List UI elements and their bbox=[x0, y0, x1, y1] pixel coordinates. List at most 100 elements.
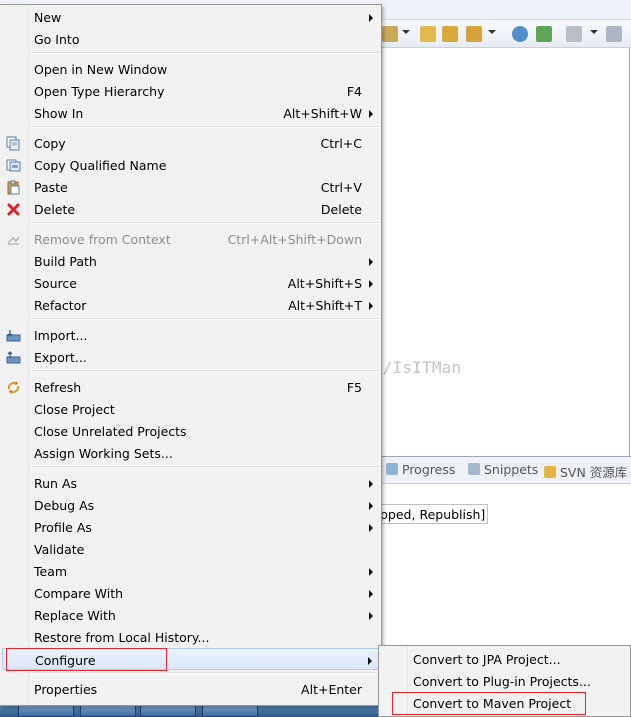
menu-item-copy-qualified-name[interactable]: Copy Qualified Name bbox=[2, 154, 380, 176]
context-menu: New Go Into Open in New Window Open Type… bbox=[0, 4, 382, 706]
menu-item-label: Open in New Window bbox=[34, 62, 168, 77]
menu-item-open-in-new-window[interactable]: Open in New Window bbox=[2, 58, 380, 80]
menu-separator bbox=[30, 52, 380, 54]
menu-item-shortcut: Ctrl+C bbox=[320, 136, 362, 151]
menu-item-configure[interactable]: Configure bbox=[2, 648, 380, 670]
menu-item-profile-as[interactable]: Profile As bbox=[2, 516, 380, 538]
menu-item-open-type-hierarchy[interactable]: Open Type Hierarchy F4 bbox=[2, 80, 380, 102]
chevron-right-icon bbox=[369, 280, 373, 288]
export-doc-icon[interactable] bbox=[606, 26, 622, 42]
snippets-icon bbox=[468, 463, 480, 475]
pencil-icon[interactable] bbox=[466, 26, 482, 42]
menu-item-assign-working-sets[interactable]: Assign Working Sets... bbox=[2, 442, 380, 464]
menu-item-label: Debug As bbox=[34, 498, 95, 513]
chevron-right-icon bbox=[369, 110, 373, 118]
menu-item-label: Configure bbox=[35, 653, 96, 668]
menu-item-refresh[interactable]: Refresh F5 bbox=[2, 376, 380, 398]
submenu-item-convert-to-jpa[interactable]: Convert to JPA Project... bbox=[381, 648, 629, 670]
chevron-right-icon bbox=[369, 612, 373, 620]
globe-icon[interactable] bbox=[512, 26, 528, 42]
menu-item-close-project[interactable]: Close Project bbox=[2, 398, 380, 420]
menu-item-label: Replace With bbox=[34, 608, 116, 623]
menu-item-paste[interactable]: Paste Ctrl+V bbox=[2, 176, 380, 198]
menu-item-delete[interactable]: Delete Delete bbox=[2, 198, 380, 220]
menu-item-source[interactable]: Source Alt+Shift+S bbox=[2, 272, 380, 294]
server-status-row[interactable]: pped, Republish] bbox=[376, 504, 488, 524]
submenu-item-label: Convert to Maven Project bbox=[413, 696, 572, 711]
menu-item-label: Build Path bbox=[34, 254, 97, 269]
run-icon[interactable] bbox=[536, 26, 552, 42]
menu-item-label: Open Type Hierarchy bbox=[34, 84, 165, 99]
menu-item-team[interactable]: Team bbox=[2, 560, 380, 582]
menu-separator bbox=[30, 466, 380, 468]
taskbar-button[interactable] bbox=[18, 705, 74, 717]
export-icon bbox=[6, 351, 21, 364]
menu-item-label: Assign Working Sets... bbox=[34, 446, 173, 461]
panel-tabs: Progress Snippets SVN 资源库 bbox=[382, 456, 631, 484]
menu-item-build-path[interactable]: Build Path bbox=[2, 250, 380, 272]
submenu-item-convert-to-maven[interactable]: Convert to Maven Project bbox=[381, 692, 629, 714]
menu-item-show-in[interactable]: Show In Alt+Shift+W bbox=[2, 102, 380, 124]
menu-item-run-as[interactable]: Run As bbox=[2, 472, 380, 494]
menu-item-shortcut: F4 bbox=[346, 84, 362, 99]
menu-item-properties[interactable]: Properties Alt+Enter bbox=[2, 678, 380, 700]
menu-item-label: Validate bbox=[34, 542, 85, 557]
tab-progress[interactable]: Progress bbox=[386, 462, 455, 477]
chevron-right-icon bbox=[369, 258, 373, 266]
menu-item-label: Show In bbox=[34, 106, 84, 121]
menu-item-compare-with[interactable]: Compare With bbox=[2, 582, 380, 604]
tab-snippets[interactable]: Snippets bbox=[468, 462, 538, 477]
tab-progress-label: Progress bbox=[402, 462, 456, 477]
chevron-down-icon[interactable] bbox=[488, 30, 496, 34]
menu-item-validate[interactable]: Validate bbox=[2, 538, 380, 560]
menu-item-label: Refactor bbox=[34, 298, 87, 313]
toolbar-wand-icon[interactable] bbox=[382, 26, 398, 42]
menu-separator bbox=[30, 126, 380, 128]
taskbar-button[interactable] bbox=[80, 705, 136, 717]
copy-icon bbox=[6, 136, 20, 151]
menu-item-copy[interactable]: Copy Ctrl+C bbox=[2, 132, 380, 154]
menu-separator bbox=[30, 370, 380, 372]
chevron-right-icon bbox=[369, 502, 373, 510]
tab-svn-repository[interactable]: SVN 资源库 bbox=[544, 462, 627, 481]
taskbar-button[interactable] bbox=[140, 705, 196, 717]
menu-item-remove-from-context: Remove from Context Ctrl+Alt+Shift+Down bbox=[2, 228, 380, 250]
menu-separator bbox=[30, 222, 380, 224]
menu-item-label: Delete bbox=[34, 202, 76, 217]
copy-qualified-name-icon bbox=[6, 159, 21, 172]
open-folder-alt-icon[interactable] bbox=[442, 26, 458, 42]
open-folder-icon[interactable] bbox=[420, 26, 436, 42]
menu-item-label: Restore from Local History... bbox=[34, 630, 210, 645]
chevron-right-icon bbox=[369, 302, 373, 310]
menu-item-label: Export... bbox=[34, 350, 87, 365]
menu-item-label: Profile As bbox=[34, 520, 92, 535]
menu-item-close-unrelated-projects[interactable]: Close Unrelated Projects bbox=[2, 420, 380, 442]
menu-separator bbox=[30, 318, 380, 320]
chevron-down-icon[interactable] bbox=[590, 30, 598, 34]
menu-item-restore-from-local-history[interactable]: Restore from Local History... bbox=[2, 626, 380, 648]
menu-item-replace-with[interactable]: Replace With bbox=[2, 604, 380, 626]
menu-item-label: Compare With bbox=[34, 586, 124, 601]
menu-item-shortcut: Alt+Shift+T bbox=[288, 298, 362, 313]
chevron-down-icon[interactable] bbox=[402, 30, 410, 34]
editor-area[interactable] bbox=[382, 48, 630, 456]
menu-item-label: Copy Qualified Name bbox=[34, 158, 167, 173]
menu-item-export[interactable]: Export... bbox=[2, 346, 380, 368]
tab-svn-label: SVN 资源库 bbox=[560, 465, 628, 480]
menu-item-label: Refresh bbox=[34, 380, 82, 395]
chevron-right-icon bbox=[369, 524, 373, 532]
menu-item-shortcut: Delete bbox=[320, 202, 362, 217]
menu-separator bbox=[30, 672, 380, 674]
menu-item-new[interactable]: New bbox=[2, 6, 380, 28]
taskbar-button[interactable] bbox=[202, 705, 258, 717]
menu-item-label: New bbox=[34, 10, 62, 25]
menu-item-shortcut: Alt+Enter bbox=[301, 682, 362, 697]
menu-item-go-into[interactable]: Go Into bbox=[2, 28, 380, 50]
menu-item-debug-as[interactable]: Debug As bbox=[2, 494, 380, 516]
submenu-item-convert-to-plugin[interactable]: Convert to Plug-in Projects... bbox=[381, 670, 629, 692]
menu-item-refactor[interactable]: Refactor Alt+Shift+T bbox=[2, 294, 380, 316]
menu-item-label: Remove from Context bbox=[34, 232, 171, 247]
menu-item-import[interactable]: Import... bbox=[2, 324, 380, 346]
svn-icon[interactable] bbox=[566, 26, 582, 42]
submenu-item-label: Convert to JPA Project... bbox=[413, 652, 561, 667]
